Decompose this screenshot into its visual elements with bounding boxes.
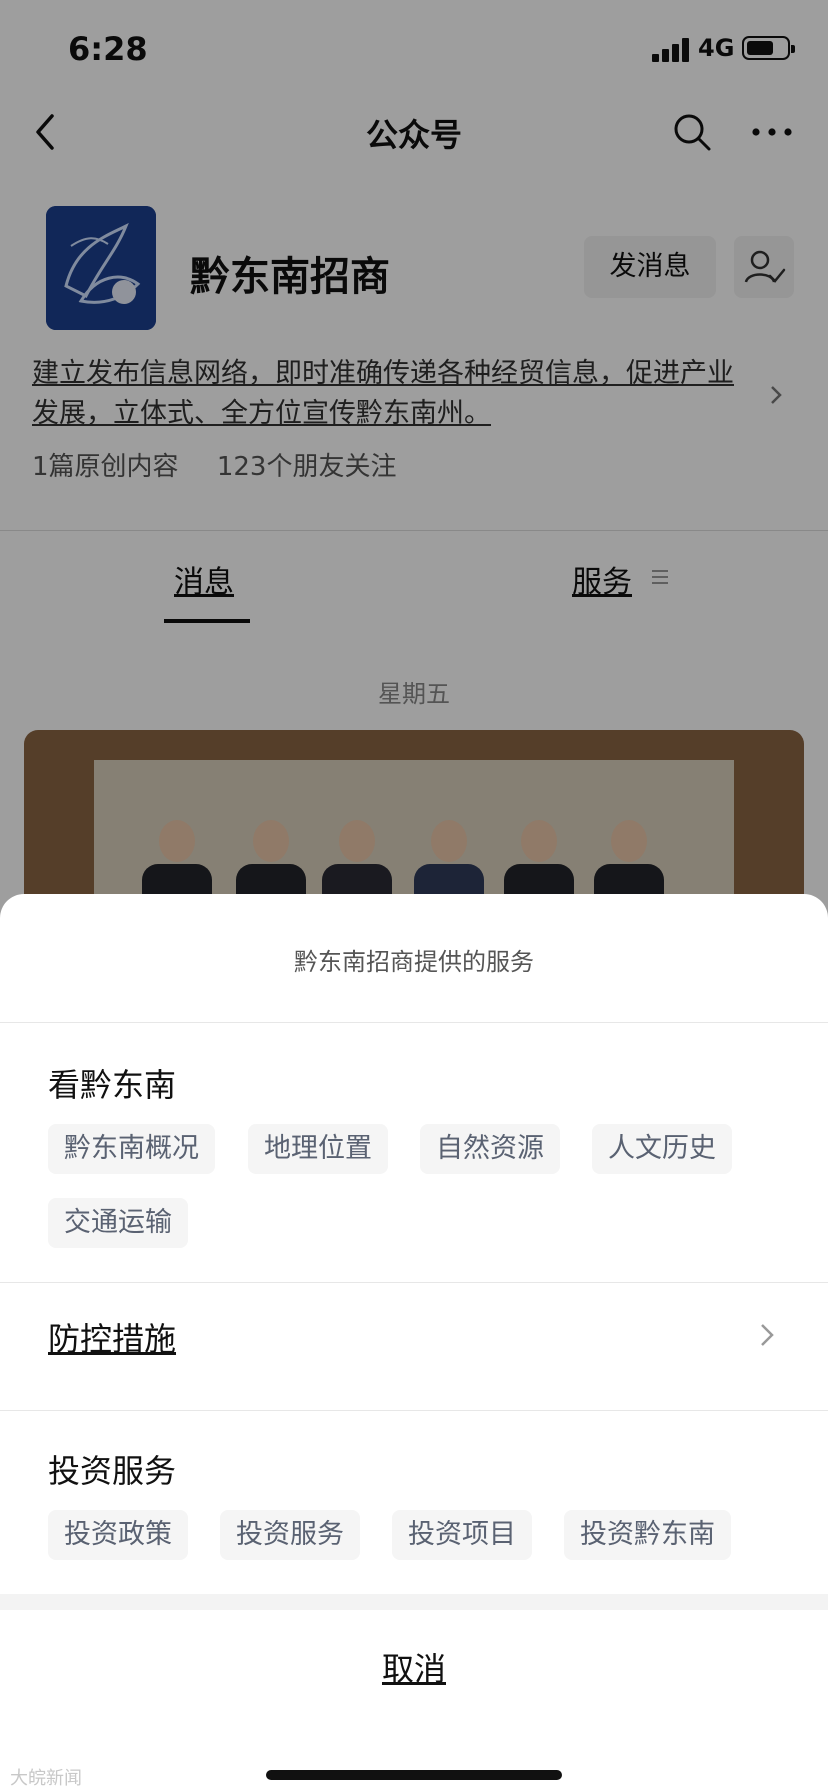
section-title-kan: 看黔东南 bbox=[48, 1066, 177, 1104]
service-chip[interactable]: 投资黔东南 bbox=[564, 1510, 731, 1560]
services-sheet: 黔东南招商提供的服务 看黔东南 黔东南概况 地理位置 自然资源 人文历史 交通运… bbox=[0, 894, 828, 1792]
service-chip[interactable]: 人文历史 bbox=[592, 1124, 732, 1174]
service-chip[interactable]: 地理位置 bbox=[248, 1124, 388, 1174]
service-chip[interactable]: 投资项目 bbox=[392, 1510, 532, 1560]
section-title-invest: 投资服务 bbox=[48, 1452, 177, 1490]
service-chip[interactable]: 黔东南概况 bbox=[48, 1124, 215, 1174]
watermark: 大皖新闻 bbox=[10, 1768, 82, 1789]
sheet-title: 黔东南招商提供的服务 bbox=[294, 948, 534, 976]
home-indicator[interactable] bbox=[266, 1770, 562, 1780]
service-chip[interactable]: 投资政策 bbox=[48, 1510, 188, 1560]
service-chip[interactable]: 交通运输 bbox=[48, 1198, 188, 1248]
divider bbox=[0, 1410, 828, 1411]
service-chip[interactable]: 自然资源 bbox=[420, 1124, 560, 1174]
chevron-right-icon[interactable] bbox=[756, 1318, 778, 1352]
service-chip[interactable]: 投资服务 bbox=[220, 1510, 360, 1560]
divider bbox=[0, 1282, 828, 1283]
cancel-button[interactable]: 取消 bbox=[0, 1644, 828, 1690]
divider bbox=[0, 1022, 828, 1023]
sheet-separator bbox=[0, 1594, 828, 1610]
prevention-measures-item[interactable]: 防控措施 bbox=[48, 1314, 176, 1360]
